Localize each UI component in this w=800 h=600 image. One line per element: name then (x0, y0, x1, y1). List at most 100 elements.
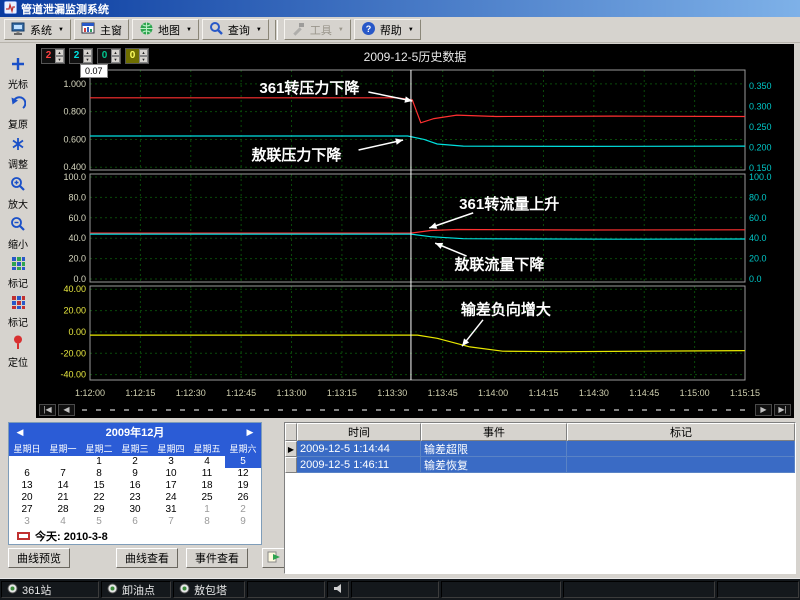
calendar-day[interactable]: 24 (153, 492, 189, 504)
sidebar-item-restore[interactable]: 复原 (1, 96, 35, 131)
locate-icon (10, 334, 26, 353)
calendar-day[interactable]: 30 (117, 504, 153, 516)
y-tick-label: 20.00 (63, 306, 86, 316)
menu-system[interactable]: 系统 ▼ (4, 19, 71, 40)
sidebar-item-cursor[interactable]: 光标 (1, 56, 35, 91)
nav-track[interactable] (82, 409, 748, 411)
gutter-header[interactable] (285, 423, 297, 441)
sidebar-item-adjust[interactable]: 调整 (1, 136, 35, 171)
calendar-next-button[interactable]: ▶ (239, 427, 261, 438)
calendar-day[interactable]: 11 (189, 468, 225, 480)
help-icon: ? (361, 21, 376, 39)
column-header-time[interactable]: 时间 (297, 423, 421, 441)
sidebar-item-locate[interactable]: 定位 (1, 334, 35, 369)
calendar-day[interactable]: 6 (117, 516, 153, 528)
calendar-day[interactable]: 7 (45, 468, 81, 480)
curve-view-button[interactable]: 曲线查看 (116, 548, 178, 568)
curve-spinner-0[interactable]: 2 ▲ ▼ (41, 48, 65, 64)
spinner-up-button[interactable]: ▲ (55, 49, 64, 56)
calendar-day[interactable]: 9 (225, 516, 261, 528)
calendar-day[interactable]: 1 (81, 456, 117, 468)
calendar-day[interactable]: 25 (189, 492, 225, 504)
calendar-day[interactable]: 20 (9, 492, 45, 504)
menubar: 系统 ▼ 主窗 地图 ▼ 查询 ▼ 工具 ▼? 帮助 ▼ (0, 17, 800, 43)
menu-main-window[interactable]: 主窗 (73, 19, 129, 40)
calendar-day[interactable]: 1 (189, 504, 225, 516)
calendar-day[interactable]: 29 (81, 504, 117, 516)
calendar-day[interactable]: 13 (9, 480, 45, 492)
event-play-button[interactable] (262, 548, 286, 568)
calendar-day[interactable]: 8 (189, 516, 225, 528)
row-selector: ▶ (285, 441, 297, 457)
calendar-today[interactable]: 今天: 2010-3-8 (9, 528, 261, 544)
spinner-down-button[interactable]: ▼ (111, 56, 120, 63)
calendar-prev-button[interactable]: ◀ (9, 427, 31, 438)
nav-next-button[interactable]: ▶ (755, 404, 772, 416)
curve-preview-button[interactable]: 曲线预览 (8, 548, 70, 568)
sidebar-item-mark[interactable]: 标记 (1, 256, 35, 290)
calendar-day[interactable]: 14 (45, 480, 81, 492)
calendar-day[interactable]: 7 (153, 516, 189, 528)
titlebar: 管道泄漏监测系统 (0, 0, 800, 17)
history-chart[interactable]: 1.000 0.800 0.600 0.400 0.350 0.300 0.250 0.200… (36, 68, 794, 402)
curve-spinner-2[interactable]: 0 ▲ ▼ (97, 48, 121, 64)
calendar-day[interactable]: 2 (225, 504, 261, 516)
calendar-day[interactable]: 12 (225, 468, 261, 480)
tools-icon (291, 21, 306, 39)
sidebar-item-zoom-in[interactable]: 放大 (1, 176, 35, 211)
annotation-arrowhead (429, 222, 438, 229)
calendar-day[interactable]: 15 (81, 480, 117, 492)
spinner-down-button[interactable]: ▼ (139, 56, 148, 63)
x-tick-label: 1:13:15 (327, 388, 357, 398)
column-header-mark[interactable]: 标记 (567, 423, 795, 441)
calendar-day[interactable]: 4 (45, 516, 81, 528)
event-row[interactable]: ▶ 2009-12-5 1:14:44 输差超限 (285, 441, 795, 457)
menu-help[interactable]: ? 帮助 ▼ (353, 19, 421, 40)
nav-last-button[interactable]: ▶| (774, 404, 791, 416)
calendar-day[interactable]: 17 (153, 480, 189, 492)
calendar-day[interactable]: 31 (153, 504, 189, 516)
calendar-day[interactable]: 21 (45, 492, 81, 504)
calendar-day[interactable]: 19 (225, 480, 261, 492)
spinner-up-button[interactable]: ▲ (139, 49, 148, 56)
event-row[interactable]: 2009-12-5 1:46:11 输差恢复 (285, 457, 795, 473)
nav-prev-button[interactable]: ◀ (58, 404, 75, 416)
spinner-down-button[interactable]: ▼ (55, 56, 64, 63)
calendar-day[interactable]: 2 (117, 456, 153, 468)
panel-pressure: 1.000 0.800 0.600 0.400 0.350 0.300 0.250 0.200… (63, 69, 772, 173)
menu-query[interactable]: 查询 ▼ (201, 19, 269, 40)
menu-map[interactable]: 地图 ▼ (131, 19, 199, 40)
calendar-day[interactable]: 9 (117, 468, 153, 480)
calendar-day[interactable]: 26 (225, 492, 261, 504)
calendar-day[interactable]: 28 (45, 504, 81, 516)
calendar-day[interactable]: 10 (153, 468, 189, 480)
calendar-day[interactable]: 3 (153, 456, 189, 468)
annotation-label: 361转压力下降 (259, 79, 360, 97)
column-header-event[interactable]: 事件 (421, 423, 567, 441)
x-tick-label: 1:13:00 (277, 388, 307, 398)
calendar-day[interactable]: 27 (9, 504, 45, 516)
menu-label: 地图 (157, 24, 180, 37)
calendar-day[interactable]: 16 (117, 480, 153, 492)
spinner-up-button[interactable]: ▲ (111, 49, 120, 56)
x-tick-label: 1:14:45 (629, 388, 659, 398)
calendar-day[interactable]: 5 (225, 456, 261, 468)
sidebar-item-zoom-out[interactable]: 缩小 (1, 216, 35, 251)
event-view-button[interactable]: 事件查看 (186, 548, 248, 568)
calendar-day[interactable]: 8 (81, 468, 117, 480)
calendar-day[interactable]: 22 (81, 492, 117, 504)
curve-spinner-1[interactable]: 2 ▲ ▼ (69, 48, 93, 64)
nav-first-button[interactable]: |◀ (39, 404, 56, 416)
calendar-day[interactable]: 5 (81, 516, 117, 528)
calendar-day[interactable]: 4 (189, 456, 225, 468)
sidebar-item-mark2[interactable]: 标记 (1, 295, 35, 329)
calendar-day[interactable]: 18 (189, 480, 225, 492)
query-icon (209, 21, 224, 39)
spinner-up-button[interactable]: ▲ (83, 49, 92, 56)
calendar-day[interactable]: 23 (117, 492, 153, 504)
curve-spinner-3[interactable]: 0 ▲ ▼ (125, 48, 149, 64)
calendar-day[interactable]: 3 (9, 516, 45, 528)
y-tick-label: -20.00 (60, 348, 86, 358)
calendar-day[interactable]: 6 (9, 468, 45, 480)
spinner-down-button[interactable]: ▼ (83, 56, 92, 63)
